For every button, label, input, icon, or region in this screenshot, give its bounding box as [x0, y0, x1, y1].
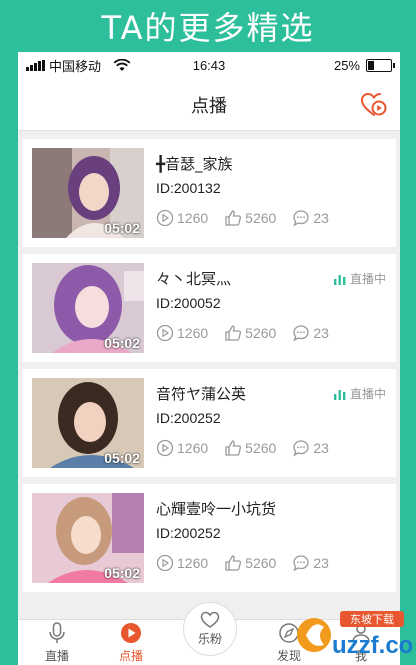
play-count-icon	[156, 324, 174, 342]
live-badge: 直播中	[333, 270, 386, 287]
tab-vod[interactable]: 点播	[96, 620, 166, 665]
video-stats: 1260 5260 23	[156, 324, 345, 342]
video-id: ID:200052	[156, 295, 221, 311]
tab-label: 乐粉	[197, 632, 222, 646]
site-watermark-logo: 东坡下载 uzzf.com	[297, 611, 412, 659]
video-list: 05:02 ╋音瑟_家族 ID:200132 1260 5260 23 05:0…	[18, 131, 400, 592]
live-bars-icon	[333, 389, 346, 400]
comment-count: 23	[313, 440, 329, 456]
live-bars-icon	[333, 274, 346, 285]
video-duration: 05:02	[104, 450, 140, 466]
play-count: 1260	[177, 440, 209, 456]
live-label: 直播中	[349, 387, 386, 401]
like-count: 5260	[245, 210, 277, 226]
battery-icon	[366, 59, 395, 72]
comment-count: 23	[313, 555, 329, 571]
play-count: 1260	[177, 555, 209, 571]
video-title: 音符ヤ蒲公英	[156, 385, 247, 403]
microphone-icon	[49, 622, 65, 643]
play-count-icon	[156, 209, 174, 227]
play-count-icon	[156, 554, 174, 572]
heart-play-icon[interactable]	[360, 92, 388, 118]
play-count: 1260	[177, 325, 209, 341]
tab-live[interactable]: 直播	[22, 620, 92, 665]
play-circle-icon	[121, 623, 141, 643]
play-count-icon	[156, 439, 174, 457]
battery-percent: 25%	[333, 58, 360, 73]
promo-banner-title: TA的更多精选	[101, 9, 315, 47]
signal-icon	[26, 60, 45, 71]
video-title: 々丶北冥灬	[156, 270, 232, 288]
video-title: ╋音瑟_家族	[156, 155, 233, 173]
video-stats: 1260 5260 23	[156, 209, 345, 227]
status-bar: 中国移动 16:43 25%	[18, 52, 400, 79]
comment-icon	[293, 325, 309, 342]
like-icon	[225, 210, 242, 226]
svg-text:东坡下载: 东坡下载	[350, 613, 394, 626]
like-count: 5260	[245, 440, 277, 456]
comment-icon	[293, 210, 309, 227]
phone-screen: 中国移动 16:43 25% 点播 05:02 ╋音瑟_家族 ID:200132…	[18, 52, 400, 665]
comment-icon	[293, 440, 309, 457]
video-stats: 1260 5260 23	[156, 554, 345, 572]
video-id: ID:200132	[156, 180, 221, 196]
live-label: 直播中	[349, 272, 386, 286]
video-thumbnail[interactable]: 05:02	[32, 493, 144, 583]
wifi-icon	[113, 59, 131, 71]
tab-label: 直播	[44, 649, 69, 663]
heart-icon	[200, 611, 220, 628]
live-badge: 直播中	[333, 385, 386, 402]
svg-text:uzzf.com: uzzf.com	[332, 632, 412, 659]
like-count: 5260	[245, 555, 277, 571]
video-thumbnail[interactable]: 05:02	[32, 263, 144, 353]
tab-fans[interactable]: 乐粉	[183, 602, 237, 656]
page-title: 点播	[191, 95, 227, 117]
play-count: 1260	[177, 210, 209, 226]
like-count: 5260	[245, 325, 277, 341]
like-icon	[225, 440, 242, 456]
video-thumbnail[interactable]: 05:02	[32, 378, 144, 468]
video-thumbnail[interactable]: 05:02	[32, 148, 144, 238]
video-id: ID:200252	[156, 525, 221, 541]
comment-count: 23	[313, 210, 329, 226]
video-title: 心輝壹呤一小坑货	[156, 500, 277, 518]
tab-label: 点播	[118, 649, 143, 663]
video-card[interactable]: 05:02 ╋音瑟_家族 ID:200132 1260 5260 23	[22, 139, 396, 247]
comment-icon	[293, 555, 309, 572]
video-card[interactable]: 05:02 々丶北冥灬 ID:200052 直播中 1260 5260 23	[22, 254, 396, 362]
video-card[interactable]: 05:02 心輝壹呤一小坑货 ID:200252 1260 5260 23	[22, 484, 396, 592]
carrier-label: 中国移动	[49, 59, 102, 74]
video-duration: 05:02	[104, 335, 140, 351]
video-duration: 05:02	[104, 565, 140, 581]
video-card[interactable]: 05:02 音符ヤ蒲公英 ID:200252 直播中 1260 5260 23	[22, 369, 396, 477]
nav-bar: 点播	[18, 79, 400, 131]
like-icon	[225, 555, 242, 571]
video-duration: 05:02	[104, 220, 140, 236]
video-stats: 1260 5260 23	[156, 439, 345, 457]
video-id: ID:200252	[156, 410, 221, 426]
comment-count: 23	[313, 325, 329, 341]
like-icon	[225, 325, 242, 341]
